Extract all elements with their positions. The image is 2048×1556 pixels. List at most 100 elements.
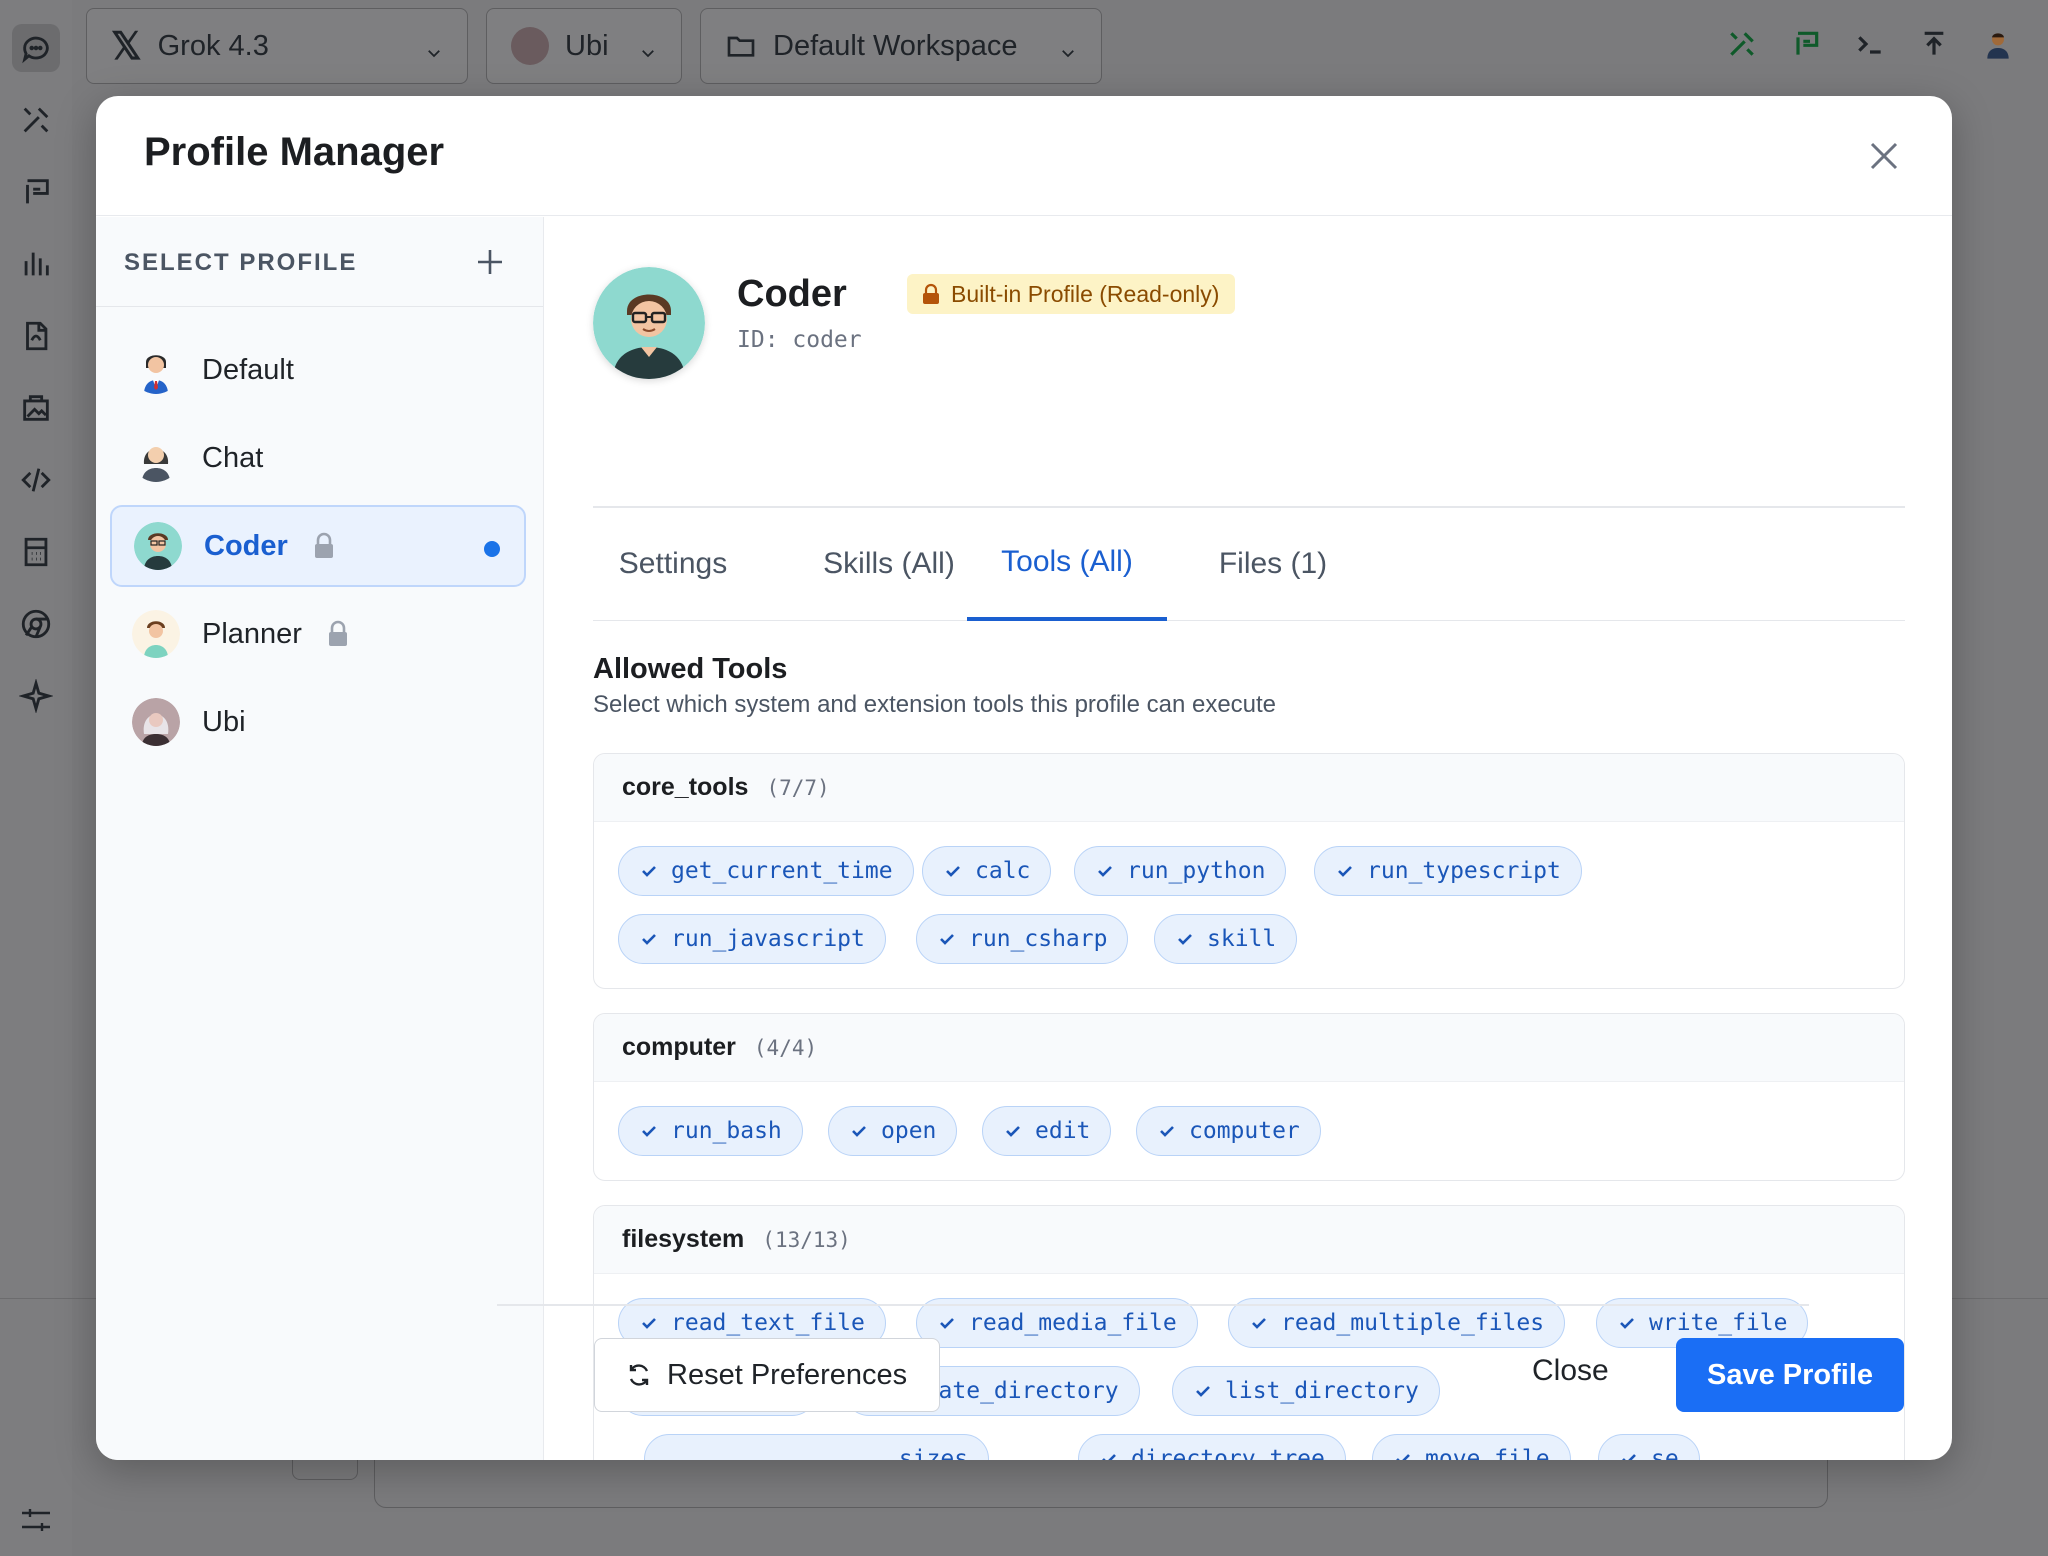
tool-chip[interactable]: get_current_time (618, 846, 914, 896)
presentation-icon[interactable] (1782, 20, 1830, 68)
chat-icon[interactable] (12, 24, 60, 72)
select-profile-label: SELECT PROFILE (124, 249, 358, 276)
chevron-down-icon (1059, 37, 1077, 58)
workspace-selector[interactable]: Default Workspace (700, 8, 1102, 84)
reset-label: Reset Preferences (667, 1358, 908, 1391)
presentation-icon[interactable] (16, 172, 56, 212)
avatar (134, 522, 182, 570)
tool-label: read_multiple_files (1281, 1310, 1545, 1336)
upload-icon[interactable] (1910, 20, 1958, 68)
tool-chip[interactable]: run_bash (618, 1106, 803, 1156)
group-count: (13/13) (762, 1227, 851, 1252)
chart-icon[interactable] (16, 244, 56, 284)
check-icon (1196, 1386, 1210, 1397)
tool-chip[interactable]: calc (922, 846, 1052, 896)
profile-item-default[interactable]: Default (110, 329, 526, 411)
check-icon (642, 866, 656, 877)
tool-label: run_typescript (1367, 858, 1561, 884)
tool-label: run_javascript (671, 926, 865, 952)
tab-files[interactable]: Files (1) (1203, 507, 1343, 621)
tab-bar: Settings Skills (All) Tools (All) Files … (593, 507, 1905, 621)
pdf-icon[interactable] (16, 316, 56, 356)
profile-item-coder[interactable]: Coder (110, 505, 526, 587)
check-icon (1252, 1318, 1266, 1329)
sidebar-header: SELECT PROFILE (96, 217, 543, 307)
model-selector[interactable]: 𝕏 Grok 4.3 (86, 8, 468, 84)
check-icon (1160, 1126, 1174, 1137)
folder-icon (725, 30, 757, 62)
tool-label: read_media_file (969, 1310, 1177, 1336)
group-header: filesystem (13/13) (594, 1206, 1904, 1274)
add-profile-button[interactable] (473, 245, 507, 279)
tool-label: calc (975, 858, 1031, 884)
tool-chip[interactable]: move_file (1372, 1434, 1571, 1460)
group-header: computer (4/4) (594, 1014, 1904, 1082)
sparkle-icon[interactable] (16, 676, 56, 716)
check-icon (946, 866, 960, 877)
profile-name: Ubi (202, 705, 246, 738)
user-selector[interactable]: Ubi (486, 8, 682, 84)
group-name: filesystem (622, 1225, 745, 1253)
tool-chip[interactable]: run_csharp (916, 914, 1129, 964)
tool-chip[interactable]: run_python (1074, 846, 1287, 896)
profile-item-planner[interactable]: Planner (110, 593, 526, 675)
tool-chip[interactable]: computer (1136, 1106, 1321, 1156)
tool-label: get_current_time (671, 858, 893, 884)
reset-preferences-button[interactable]: Reset Preferences (594, 1338, 940, 1412)
chip-list: get_current_time calc run_python run_typ… (594, 822, 1904, 964)
tool-label: run_csharp (969, 926, 1108, 952)
check-icon (940, 1318, 954, 1329)
browser-icon[interactable] (16, 604, 56, 644)
tab-tools[interactable]: Tools (All) (967, 507, 1167, 621)
lock-icon (312, 532, 336, 560)
tool-chip[interactable]: _sizes (644, 1434, 990, 1460)
profile-item-ubi[interactable]: Ubi (110, 681, 526, 763)
avatar (132, 434, 180, 482)
check-icon (642, 1126, 656, 1137)
profile-detail: Coder Built-in Profile (Read-only) ID: c… (545, 217, 1952, 1460)
tool-label: run_bash (671, 1118, 782, 1144)
check-icon (642, 934, 656, 945)
check-icon (642, 1318, 656, 1329)
account-avatar[interactable] (1974, 20, 2022, 68)
tool-label: move_file (1425, 1446, 1550, 1460)
close-icon[interactable] (1864, 136, 1904, 176)
tools-icon[interactable] (16, 100, 56, 140)
tool-group-filesystem: filesystem (13/13) read_text_file read_m… (593, 1205, 1905, 1460)
check-icon (1006, 1126, 1020, 1137)
profile-name: Chat (202, 441, 264, 474)
tool-chip[interactable]: run_typescript (1314, 846, 1582, 896)
tab-settings[interactable]: Settings (593, 507, 753, 621)
section-title: Allowed Tools (593, 653, 788, 685)
check-icon (1098, 866, 1112, 877)
tool-chip[interactable]: se (1598, 1434, 1700, 1460)
tool-chip[interactable]: skill (1154, 914, 1298, 964)
save-profile-button[interactable]: Save Profile (1676, 1338, 1904, 1412)
tools-icon[interactable] (1718, 20, 1766, 68)
tool-chip[interactable]: run_javascript (618, 914, 886, 964)
profile-title: Coder (737, 273, 847, 315)
calculator-icon[interactable] (16, 532, 56, 572)
profile-name: Planner (202, 617, 302, 650)
tool-label: read_text_file (671, 1310, 865, 1336)
tool-chip[interactable]: read_media_file (916, 1298, 1198, 1348)
tab-skills[interactable]: Skills (All) (783, 507, 995, 621)
top-toolbar (1718, 20, 2022, 68)
profile-avatar (593, 267, 705, 379)
xai-logo-icon: 𝕏 (111, 25, 142, 68)
tool-chip[interactable]: list_directory (1172, 1366, 1440, 1416)
image-icon[interactable] (16, 388, 56, 428)
terminal-icon[interactable] (1846, 20, 1894, 68)
sliders-icon[interactable] (18, 1506, 54, 1534)
code-icon[interactable] (16, 460, 56, 500)
profile-item-chat[interactable]: Chat (110, 417, 526, 499)
tool-chip[interactable]: directory_tree (1078, 1434, 1346, 1460)
avatar (132, 346, 180, 394)
chevron-down-icon (639, 37, 657, 58)
tool-chip[interactable]: read_multiple_files (1228, 1298, 1566, 1348)
close-button[interactable]: Close (1532, 1354, 1609, 1388)
check-icon (1178, 934, 1192, 945)
tool-chip[interactable]: open (828, 1106, 958, 1156)
user-avatar (511, 27, 549, 65)
tool-chip[interactable]: edit (982, 1106, 1112, 1156)
